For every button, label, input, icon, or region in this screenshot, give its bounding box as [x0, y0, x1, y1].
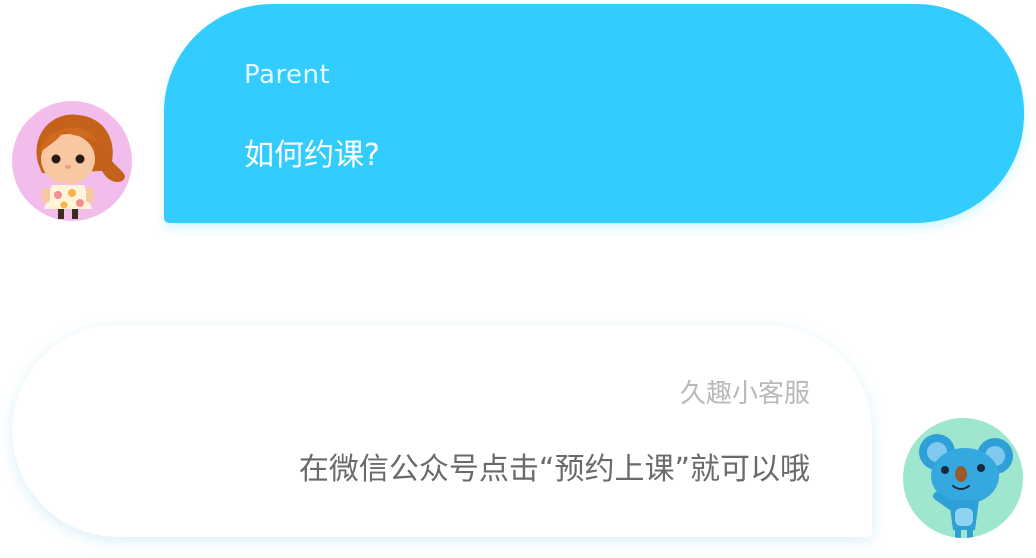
service-sender-label: 久趣小客服 — [679, 379, 810, 409]
parent-avatar[interactable] — [12, 101, 132, 221]
service-message-bubble: 久趣小客服 在微信公众号点击“预约上课”就可以哦 — [12, 325, 872, 537]
parent-message-text: 如何约课? — [244, 138, 380, 173]
service-message-text: 在微信公众号点击“预约上课”就可以哦 — [298, 452, 810, 487]
parent-sender-label: Parent — [244, 60, 331, 90]
service-avatar[interactable] — [903, 418, 1023, 538]
girl-avatar-icon — [36, 114, 125, 219]
parent-message-bubble: Parent 如何约课? — [164, 4, 1024, 223]
koala-avatar-icon — [919, 434, 1013, 538]
